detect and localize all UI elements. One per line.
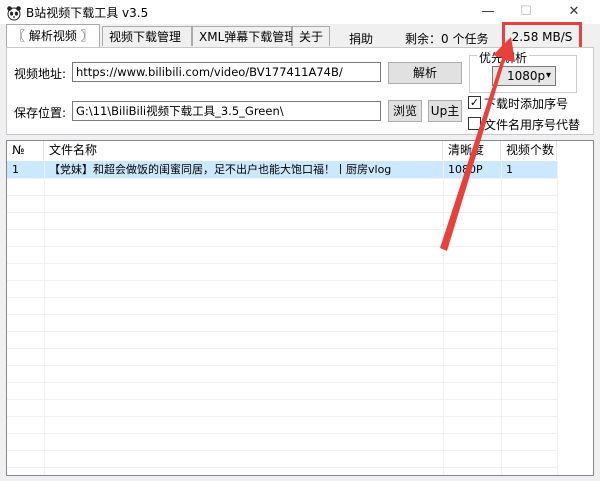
col-header-filename[interactable]: 文件名称 xyxy=(44,141,443,160)
rename-checkbox[interactable] xyxy=(468,117,481,130)
parse-button[interactable]: 解析 xyxy=(388,62,462,84)
grid-line xyxy=(7,382,557,383)
grid-line xyxy=(7,331,557,332)
save-path-input[interactable]: G:\11\BiliBili视频下载工具_3.5_Green\ xyxy=(72,101,381,121)
row-count: 1 xyxy=(506,163,513,176)
col-header-quality[interactable]: 清晰度 xyxy=(443,141,501,160)
grid-line xyxy=(7,212,557,213)
title-bar: B站视频下载工具 v3.5 — ☐ ✕ xyxy=(0,0,600,24)
row-filename: 【党妹】和超会做饭的闺蜜同居，足不出户也能大饱口福！丨厨房vlog xyxy=(49,163,392,176)
tab-video-download-manager[interactable]: 视频下载管理 xyxy=(102,26,192,46)
grid-line xyxy=(7,263,557,264)
grid-line xyxy=(7,314,557,315)
check-icon: ✓ xyxy=(469,96,480,109)
grid-line xyxy=(7,246,557,247)
url-input[interactable]: https://www.bilibili.com/video/BV177411A… xyxy=(72,62,381,82)
rename-label: 文件名用序号代替 xyxy=(484,118,581,132)
remaining-tasks: 剩余：0 个任务 xyxy=(405,32,489,46)
video-list[interactable]: № 文件名称 清晰度 视频个数 1 【党妹】和超会做饭的闺蜜同居，足不出户也能大… xyxy=(6,140,594,476)
save-path-label: 保存位置: xyxy=(14,106,67,120)
grid-line xyxy=(7,195,557,196)
donate-link[interactable]: 捐助 xyxy=(349,30,373,47)
close-button[interactable]: ✕ xyxy=(558,0,590,24)
quality-group-title: 优先解析 xyxy=(477,49,530,66)
grid-column-line xyxy=(44,160,45,475)
col-header-number[interactable]: № xyxy=(7,141,44,160)
grid-line xyxy=(7,348,557,349)
browse-button[interactable]: 浏览 xyxy=(388,100,422,122)
window-title: B站视频下载工具 v3.5 xyxy=(26,6,149,20)
panda-app-icon xyxy=(7,6,21,21)
row-number: 1 xyxy=(12,163,19,176)
up-owner-button[interactable]: Up主 xyxy=(428,100,462,122)
list-header: № 文件名称 清晰度 视频个数 xyxy=(7,141,593,160)
grid-line xyxy=(7,399,557,400)
grid-line xyxy=(7,450,557,451)
row-quality: 1080P xyxy=(448,163,483,176)
maximize-button[interactable]: ☐ xyxy=(510,0,542,24)
tab-xml-danmaku-manager[interactable]: XML弹幕下载管理 xyxy=(192,26,296,46)
tab-about[interactable]: 关于 xyxy=(292,26,330,46)
table-row[interactable]: 1 【党妹】和超会做饭的闺蜜同居，足不出户也能大饱口福！丨厨房vlog 1080… xyxy=(7,161,557,178)
url-label: 视频地址: xyxy=(14,67,67,81)
grid-line xyxy=(7,229,557,230)
grid-line xyxy=(7,178,557,179)
grid-column-line xyxy=(501,160,502,475)
grid-column-line xyxy=(557,160,558,475)
quality-select[interactable]: 1080p ▾ xyxy=(492,66,556,86)
chevron-down-icon: ▾ xyxy=(545,70,551,81)
grid-line xyxy=(7,467,557,468)
minimize-button[interactable]: — xyxy=(472,0,504,24)
add-index-checkbox[interactable]: ✓ xyxy=(468,96,481,109)
grid-line xyxy=(7,433,557,434)
add-index-label: 下载时添加序号 xyxy=(484,97,569,111)
grid-column-line xyxy=(443,160,444,475)
quality-select-value: 1080p xyxy=(507,69,546,83)
col-header-count[interactable]: 视频个数 xyxy=(501,141,557,160)
tab-parse-video[interactable]: 〖 解析视频 〗 xyxy=(6,24,100,47)
grid-line xyxy=(7,297,557,298)
grid-line xyxy=(7,365,557,366)
grid-line xyxy=(7,416,557,417)
grid-line xyxy=(7,280,557,281)
